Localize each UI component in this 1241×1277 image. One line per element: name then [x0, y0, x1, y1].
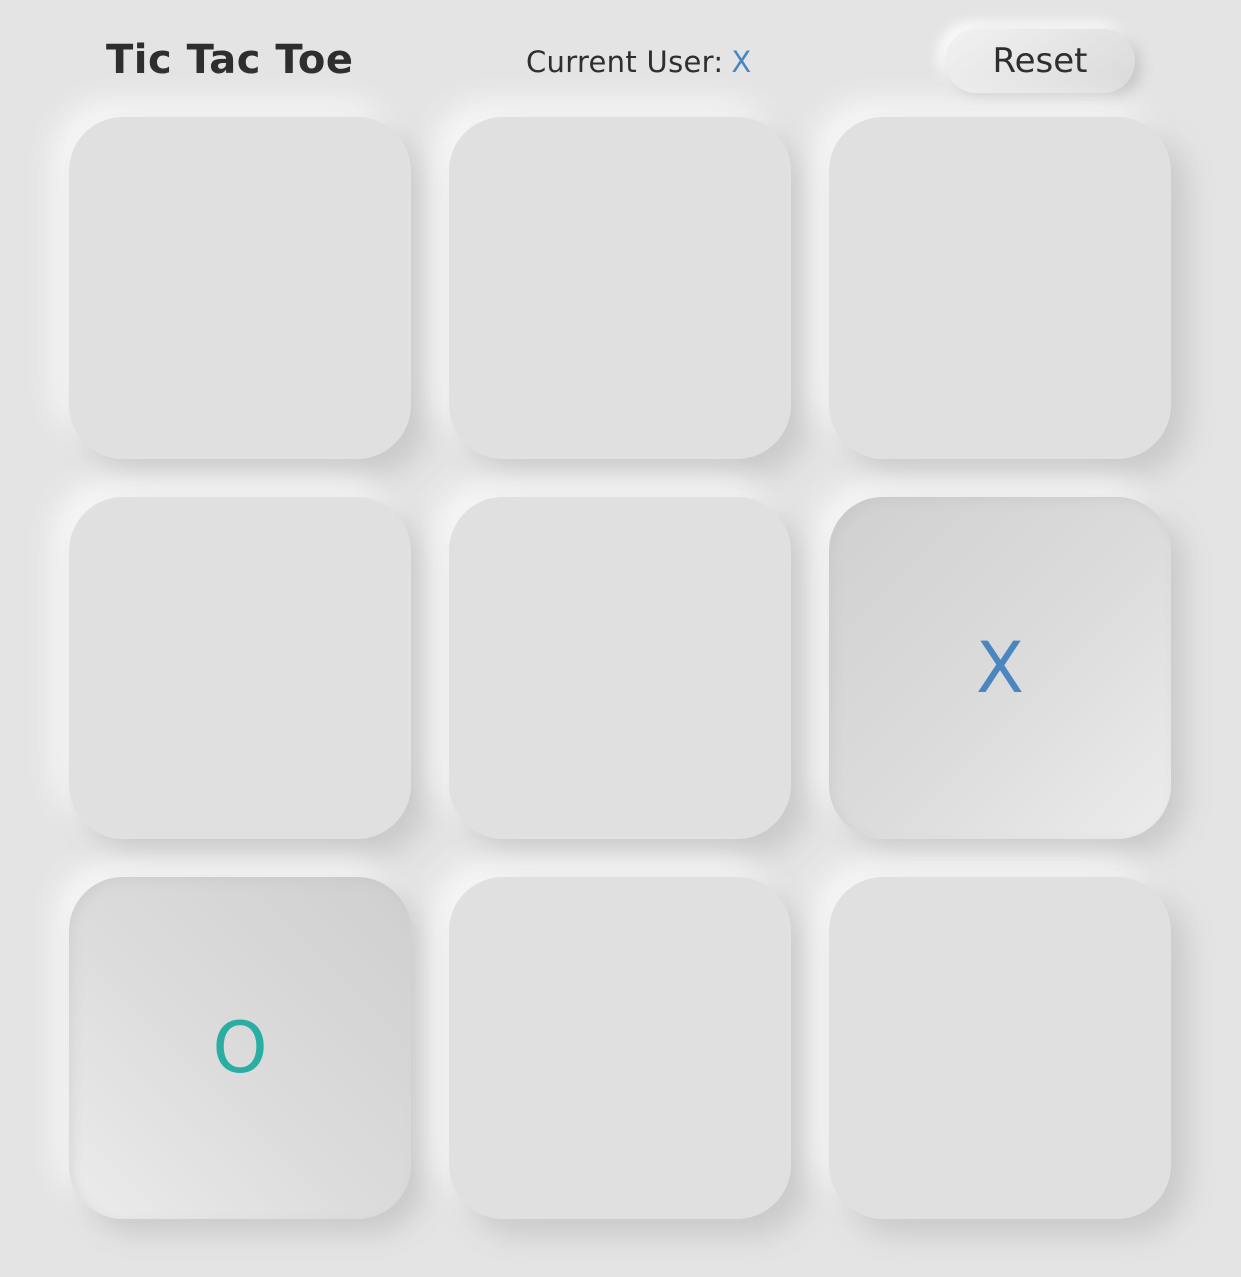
cell-mark: X [976, 627, 1024, 709]
game-board: X O [69, 117, 1171, 1219]
game-title: Tic Tac Toe [106, 37, 354, 83]
current-user-value: X [731, 45, 752, 79]
board-cell-7[interactable]: O [69, 877, 411, 1219]
board-cell-6[interactable]: X [829, 497, 1171, 839]
cell-mark: O [212, 1007, 268, 1089]
reset-button[interactable]: Reset [945, 29, 1135, 93]
board-cell-1[interactable] [69, 117, 411, 459]
board-cell-9[interactable] [829, 877, 1171, 1219]
board-cell-2[interactable] [449, 117, 791, 459]
board-cell-3[interactable] [829, 117, 1171, 459]
board-cell-4[interactable] [69, 497, 411, 839]
current-user-label: Current User: [526, 45, 724, 79]
board-cell-5[interactable] [449, 497, 791, 839]
header-bar: Tic Tac Toe Current User: X Reset [0, 0, 1241, 115]
current-user-indicator: Current User: X [526, 43, 752, 81]
board-cell-8[interactable] [449, 877, 791, 1219]
